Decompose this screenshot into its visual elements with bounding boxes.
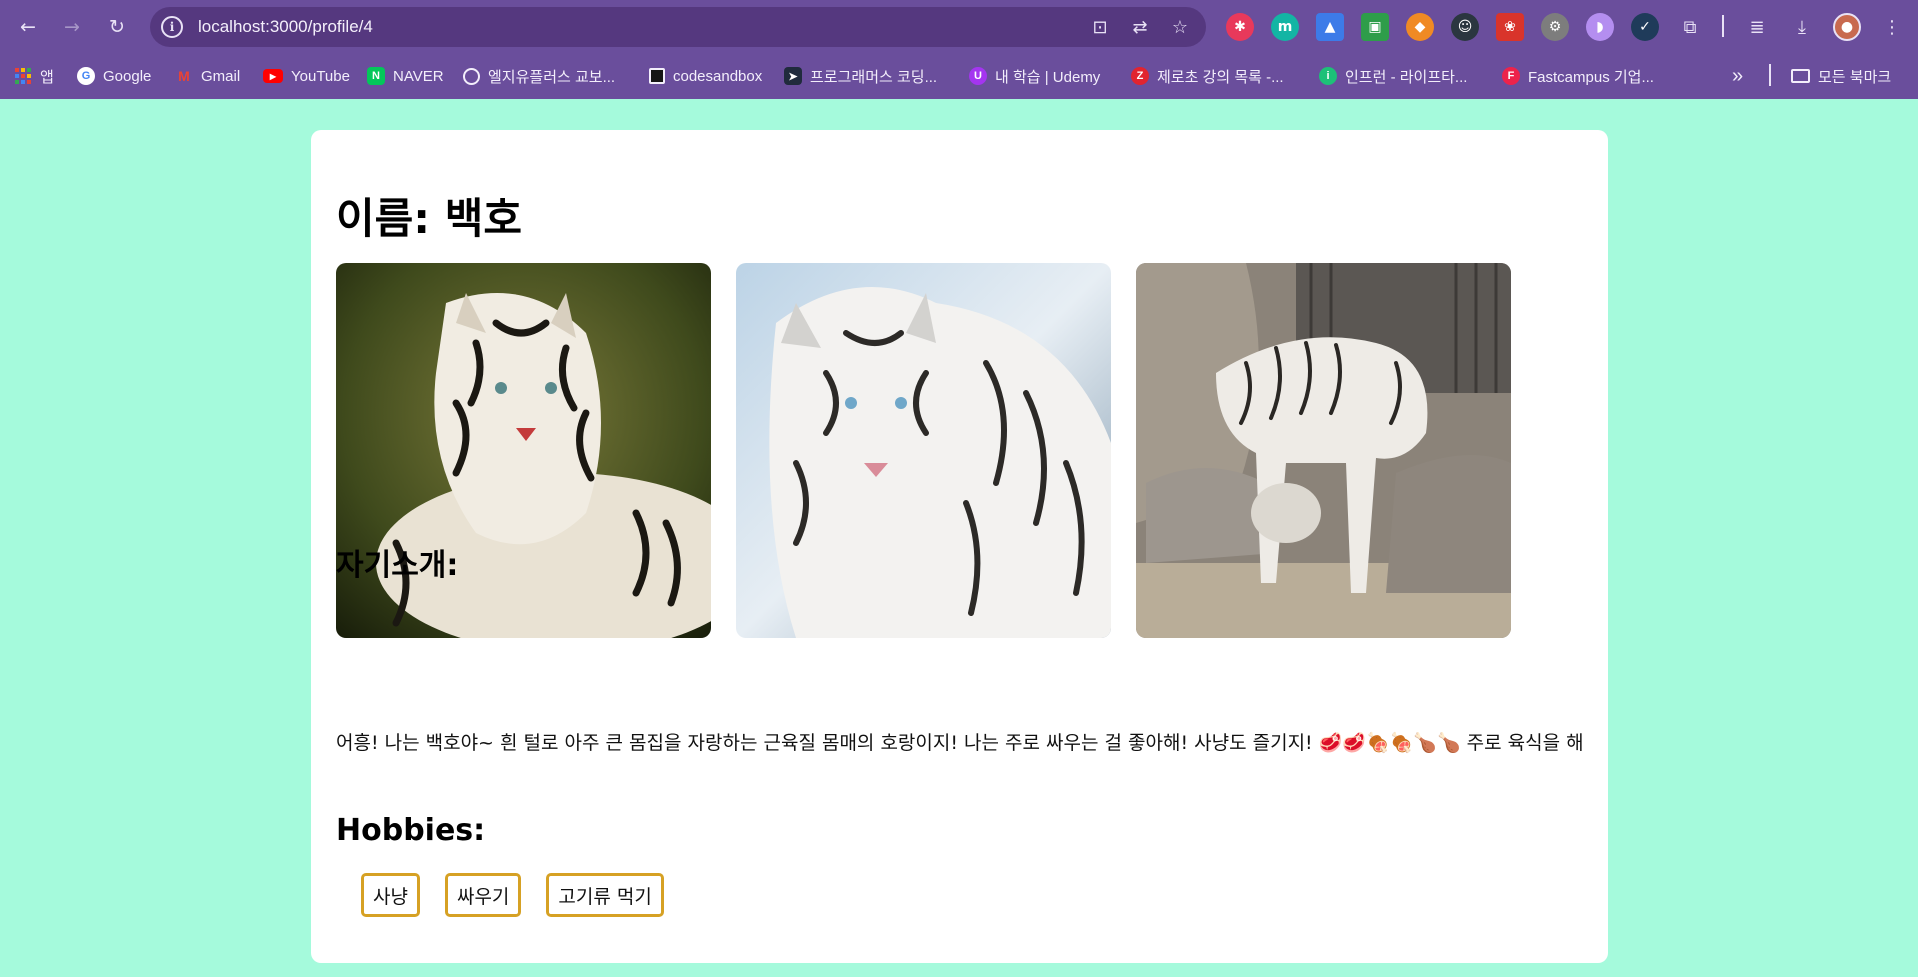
hobbies-list: 사냥 싸우기 고기류 먹기	[361, 873, 664, 917]
extension-pattern-icon[interactable]: ✱	[1226, 13, 1254, 41]
extension-ghost-icon[interactable]: ☺	[1451, 13, 1479, 41]
forward-arrow-icon[interactable]: →	[56, 11, 88, 43]
browser-toolbar: ← → ↻ i localhost:3000/profile/4 ⊡ ⇄ ☆ ✱…	[0, 0, 1918, 54]
codesandbox-icon	[649, 68, 665, 84]
naver-icon: N	[367, 67, 385, 85]
toolbar-divider	[1722, 15, 1724, 37]
white-tiger-zoo-photo	[1136, 263, 1511, 638]
extensions-puzzle-icon[interactable]: ⧉	[1676, 13, 1704, 41]
white-tiger-closeup-photo	[736, 263, 1111, 638]
extension-paw-icon[interactable]: ❀	[1496, 13, 1524, 41]
globe-icon	[463, 67, 480, 85]
bookmark-label: 엘지유플러스 교보...	[488, 68, 616, 86]
bookmark-programmers[interactable]: ➤ 프로그래머스 코딩...	[784, 64, 937, 88]
bookmark-label: 인프런 - 라이프타...	[1345, 68, 1468, 86]
site-info-icon[interactable]: i	[161, 16, 183, 38]
gmail-icon: M	[178, 68, 190, 84]
bookmark-fastcampus[interactable]: F Fastcampus 기업...	[1502, 64, 1654, 88]
bookmark-youtube[interactable]: ▶ YouTube	[263, 64, 350, 88]
bookmarks-divider	[1769, 64, 1771, 86]
folder-icon	[1791, 69, 1810, 83]
more-bookmarks-chevron-icon[interactable]: »	[1732, 64, 1743, 88]
google-icon: G	[77, 67, 95, 85]
all-bookmarks-label: 모든 북마크	[1818, 68, 1892, 86]
bookmark-naver[interactable]: N NAVER	[367, 64, 444, 88]
bookmark-gmail[interactable]: M Gmail	[175, 64, 240, 88]
hobby-chip-fighting[interactable]: 싸우기	[444, 873, 522, 917]
bookmark-label: Gmail	[201, 67, 241, 85]
extension-screenshot-icon[interactable]: ▲	[1316, 13, 1344, 41]
bookmark-label: YouTube	[291, 67, 350, 85]
hobby-chip-eating-meat[interactable]: 고기류 먹기	[546, 873, 664, 917]
bookmark-label: 프로그래머스 코딩...	[810, 68, 938, 86]
inflearn-icon: i	[1319, 67, 1337, 85]
apps-grid-icon	[14, 67, 32, 85]
bookmark-label: NAVER	[393, 67, 444, 85]
intro-text: 어흥! 나는 백호야~ 흰 털로 아주 큰 몸집을 자랑하는 근육질 몸매의 호…	[336, 732, 1584, 754]
bookmark-zerocho[interactable]: Z 제로초 강의 목록 -...	[1131, 64, 1284, 88]
install-app-icon[interactable]: ⊡	[1088, 15, 1112, 39]
reload-icon[interactable]: ↻	[101, 11, 133, 43]
address-bar[interactable]: i localhost:3000/profile/4 ⊡ ⇄ ☆	[150, 7, 1206, 47]
profile-card: 이름: 백호 자기소개: 어흥! 나는 백호야~ 흰 털로 아주 큰 몸집을 자…	[311, 130, 1608, 963]
extension-fox-icon[interactable]: ◆	[1406, 13, 1434, 41]
extension-gear-icon[interactable]: ⚙	[1541, 13, 1569, 41]
back-arrow-icon[interactable]: ←	[12, 11, 44, 43]
profile-avatar[interactable]: ●	[1833, 13, 1861, 41]
extension-check-icon[interactable]: ✓	[1631, 13, 1659, 41]
bookmark-apps[interactable]: 앱	[14, 64, 54, 88]
bookmark-udemy[interactable]: U 내 학습 | Udemy	[969, 64, 1100, 88]
bookmark-label: codesandbox	[673, 67, 763, 85]
address-bar-url[interactable]: localhost:3000/profile/4	[198, 17, 373, 37]
extension-tv-icon[interactable]: ▣	[1361, 13, 1389, 41]
zerocho-icon: Z	[1131, 67, 1149, 85]
bookmark-lguplus[interactable]: 엘지유플러스 교보...	[463, 64, 615, 88]
bookmark-label: Fastcampus 기업...	[1528, 68, 1654, 86]
youtube-icon: ▶	[263, 69, 283, 83]
bookmarks-bar: 앱 G Google M Gmail ▶ YouTube N NAVER 엘지유…	[0, 54, 1918, 99]
bookmark-label: 내 학습 | Udemy	[995, 68, 1101, 86]
extension-gem-icon[interactable]: ◗	[1586, 13, 1614, 41]
programmers-icon: ➤	[784, 67, 802, 85]
bookmark-codesandbox[interactable]: codesandbox	[649, 64, 762, 88]
menu-kebab-icon[interactable]: ⋮	[1878, 13, 1906, 41]
bookmark-google[interactable]: G Google	[77, 64, 151, 88]
intro-heading: 자기소개:	[336, 548, 459, 583]
hobbies-heading: Hobbies:	[336, 813, 486, 848]
fastcampus-icon: F	[1502, 67, 1520, 85]
extension-m-icon[interactable]: m	[1271, 13, 1299, 41]
bookmark-label: Google	[103, 67, 152, 85]
udemy-icon: U	[969, 67, 987, 85]
download-icon[interactable]: ⤓	[1788, 13, 1816, 41]
bookmark-label: 앱	[40, 68, 54, 86]
bookmark-star-icon[interactable]: ☆	[1168, 15, 1192, 39]
media-queue-icon[interactable]: ≣	[1743, 13, 1771, 41]
bookmark-inflearn[interactable]: i 인프런 - 라이프타...	[1319, 64, 1467, 88]
bookmark-label: 제로초 강의 목록 -...	[1157, 68, 1284, 86]
hobby-chip-hunting[interactable]: 사냥	[361, 873, 420, 917]
translate-icon[interactable]: ⇄	[1128, 15, 1152, 39]
all-bookmarks-folder[interactable]: 모든 북마크	[1791, 64, 1891, 88]
profile-name-title: 이름: 백호	[336, 194, 522, 243]
